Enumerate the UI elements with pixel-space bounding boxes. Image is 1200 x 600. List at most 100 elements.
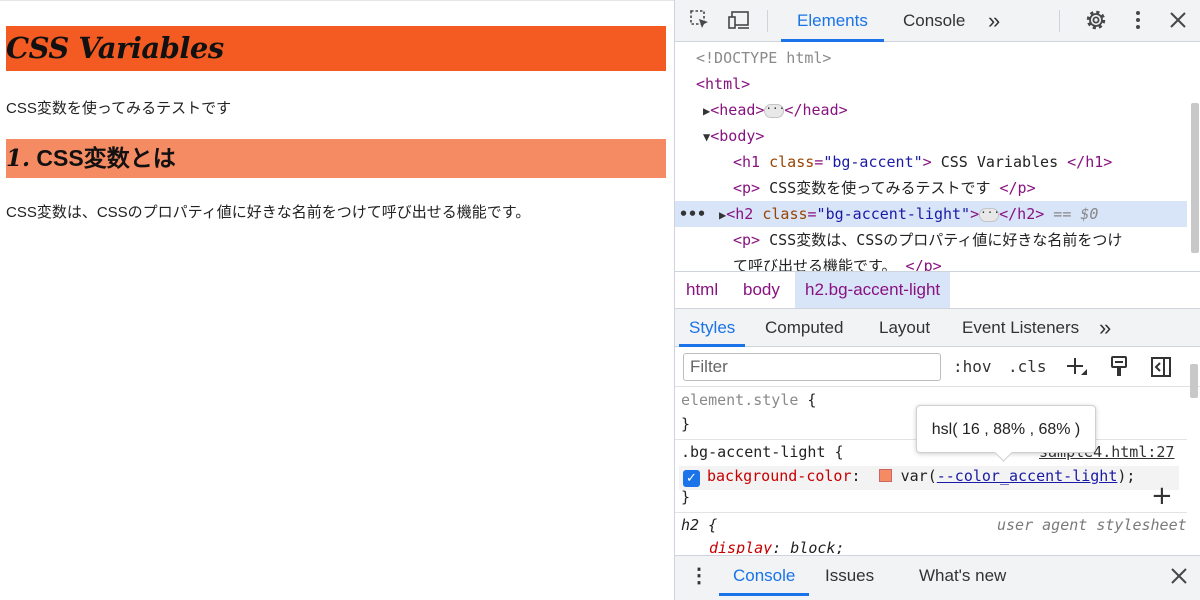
element-style-selector: element.style (681, 391, 799, 409)
toolbar-divider (767, 10, 768, 32)
h1-attr-name: class (769, 153, 815, 171)
tab-layout[interactable]: Layout (879, 309, 930, 347)
property-name[interactable]: background-color (707, 467, 852, 485)
drawer-menu-icon[interactable]: ⋮ (689, 556, 709, 596)
property-var-fn: var( (900, 467, 937, 485)
ua-property-value: block (790, 539, 836, 554)
dom-p2-node[interactable]: <p> CSS変数は、CSSのプロパティ値に好きな名前をつけ (733, 227, 1122, 253)
inspect-element-icon[interactable] (687, 8, 713, 34)
p-close-tag: </p> (999, 179, 1036, 197)
h1-attr-value: "bg-accent" (823, 153, 923, 171)
body-open-tag: <body> (710, 127, 765, 145)
dom-p2-node-cont[interactable]: て呼び出せる機能です。 </p> (733, 253, 942, 271)
hov-toggle-button[interactable]: :hov (953, 355, 992, 379)
paint-brush-icon[interactable] (1107, 355, 1131, 379)
heading-text: CSS変数とは (30, 145, 176, 171)
dom-p-node[interactable]: <p> CSS変数を使ってみるテストです </p> (733, 175, 1036, 201)
p-text: CSS変数を使ってみるテストです (760, 179, 1000, 197)
drawer-toolbar: ⋮ Console Issues What's new (675, 555, 1200, 600)
rule-selector: .bg-accent-light (681, 443, 826, 461)
ua-stylesheet-label: user agent stylesheet (997, 516, 1187, 534)
more-tabs-chevron-icon[interactable]: » (1099, 309, 1111, 347)
h2-attr-value: "bg-accent-light" (816, 205, 971, 223)
tab-console[interactable]: Console (903, 0, 965, 42)
styles-scrollbar[interactable] (1190, 360, 1198, 550)
p2-text-line1: CSS変数は、CSSのプロパティ値に好きな名前をつけ (760, 231, 1123, 249)
ua-selector: h2 (681, 516, 700, 534)
css-variable-link[interactable]: --color_accent-light (937, 467, 1118, 485)
selected-node-marker: == $0 (1053, 205, 1099, 223)
collapsed-ellipsis-icon[interactable]: ··· (764, 103, 785, 118)
property-line[interactable]: background-color: var(--color_accent-lig… (707, 464, 1135, 488)
add-property-plus-icon[interactable]: + (1151, 481, 1173, 511)
drawer-tab-whats-new[interactable]: What's new (919, 556, 1006, 596)
more-actions-dots[interactable]: ••• (679, 201, 706, 227)
p-open-tag: <p> (733, 179, 761, 197)
page-paragraph-intro: CSS変数を使ってみるテストです (6, 100, 232, 117)
page-heading-css-variables: CSS Variables (6, 26, 666, 71)
color-swatch[interactable] (878, 469, 892, 482)
dom-tree[interactable]: ••• <!DOCTYPE html> <html> ▶<head>···</h… (675, 43, 1200, 271)
breadcrumb-html[interactable]: html (686, 272, 718, 308)
devtools-panel: Elements Console » ••• <!DOCTYPE html> <… (674, 0, 1200, 600)
drawer-tab-console[interactable]: Console (719, 556, 810, 596)
color-value-tooltip: hsl( 16 , 88% , 68% ) (916, 405, 1096, 453)
ua-property-line: display: block; (709, 536, 844, 554)
styles-toolbar: Filter :hov .cls (675, 347, 1200, 387)
collapsed-ellipsis-icon[interactable]: ··· (979, 207, 1000, 222)
close-icon[interactable] (1165, 8, 1191, 34)
p2-close-tag: </p> (905, 257, 942, 271)
ua-rule-selector-line[interactable]: h2 { (681, 513, 717, 537)
element-style-rule[interactable]: element.style { (681, 388, 816, 412)
drawer-tab-issues[interactable]: Issues (825, 556, 874, 596)
tab-computed[interactable]: Computed (765, 309, 843, 347)
close-icon[interactable] (1169, 556, 1189, 596)
device-toolbar-icon[interactable] (727, 8, 753, 34)
html-open-tag: <html> (696, 75, 751, 93)
rule-selector-line[interactable]: .bg-accent-light { (681, 440, 844, 464)
h1-text: CSS Variables (931, 153, 1068, 171)
p2-text-line2: て呼び出せる機能です。 (733, 257, 906, 271)
rule-close-brace: } (681, 415, 691, 433)
tab-elements[interactable]: Elements (781, 0, 884, 42)
web-page: CSS Variables CSS変数を使ってみるテストです 1. CSS変数と… (0, 0, 674, 600)
h1-tag: <h1 (733, 153, 761, 171)
dom-h2-node-selected[interactable]: ▶<h2 class="bg-accent-light">···</h2> ==… (719, 201, 1098, 227)
scrollbar-thumb[interactable] (1190, 364, 1198, 398)
sidebar-tabs: Styles Computed Layout Event Listeners » (675, 309, 1200, 347)
p2-open-tag: <p> (733, 231, 761, 249)
heading-number: 1. (6, 145, 31, 172)
h2-close-tag: </h2> (999, 205, 1045, 223)
gear-icon[interactable] (1083, 8, 1109, 34)
dom-h1-node[interactable]: <h1 class="bg-accent"> CSS Variables </h… (733, 149, 1112, 175)
page-paragraph-description: CSS変数は、CSSのプロパティ値に好きな名前をつけて呼び出せる機能です。 (6, 204, 531, 221)
dom-doctype[interactable]: <!DOCTYPE html> (696, 45, 831, 71)
dom-scrollbar[interactable] (1191, 99, 1199, 271)
filter-input[interactable]: Filter (683, 353, 941, 381)
h2-tag: <h2 (726, 205, 754, 223)
breadcrumb-body[interactable]: body (743, 272, 780, 308)
rule-close-brace: } (681, 488, 691, 506)
breadcrumb: html body h2.bg-accent-light (675, 271, 1200, 309)
doctype-text: <!DOCTYPE html> (696, 49, 832, 67)
new-style-rule-icon[interactable] (1065, 355, 1089, 379)
h1-close-tag: </h1> (1067, 153, 1113, 171)
head-open-tag: <head> (710, 101, 765, 119)
sidebar-toggle-icon[interactable] (1149, 355, 1173, 379)
property-end: ); (1117, 467, 1136, 485)
h2-attr-name: class (762, 205, 808, 223)
dom-html-node[interactable]: <html> (696, 71, 750, 97)
page-heading-section-1: 1. CSS変数とは (6, 139, 666, 178)
tab-styles[interactable]: Styles (679, 309, 746, 347)
head-close-tag: </head> (784, 101, 848, 119)
cls-toggle-button[interactable]: .cls (1008, 355, 1047, 379)
breadcrumb-h2[interactable]: h2.bg-accent-light (795, 272, 951, 308)
toolbar-divider (1059, 10, 1060, 32)
dom-body-node[interactable]: ▼<body> (703, 123, 764, 149)
more-tabs-chevron-icon[interactable]: » (988, 0, 1000, 42)
dom-head-node[interactable]: ▶<head>···</head> (703, 97, 848, 123)
kebab-menu-icon[interactable] (1125, 8, 1151, 34)
devtools-toolbar: Elements Console » (675, 0, 1200, 42)
scrollbar-thumb[interactable] (1191, 103, 1199, 253)
tab-event-listeners[interactable]: Event Listeners (962, 309, 1079, 347)
